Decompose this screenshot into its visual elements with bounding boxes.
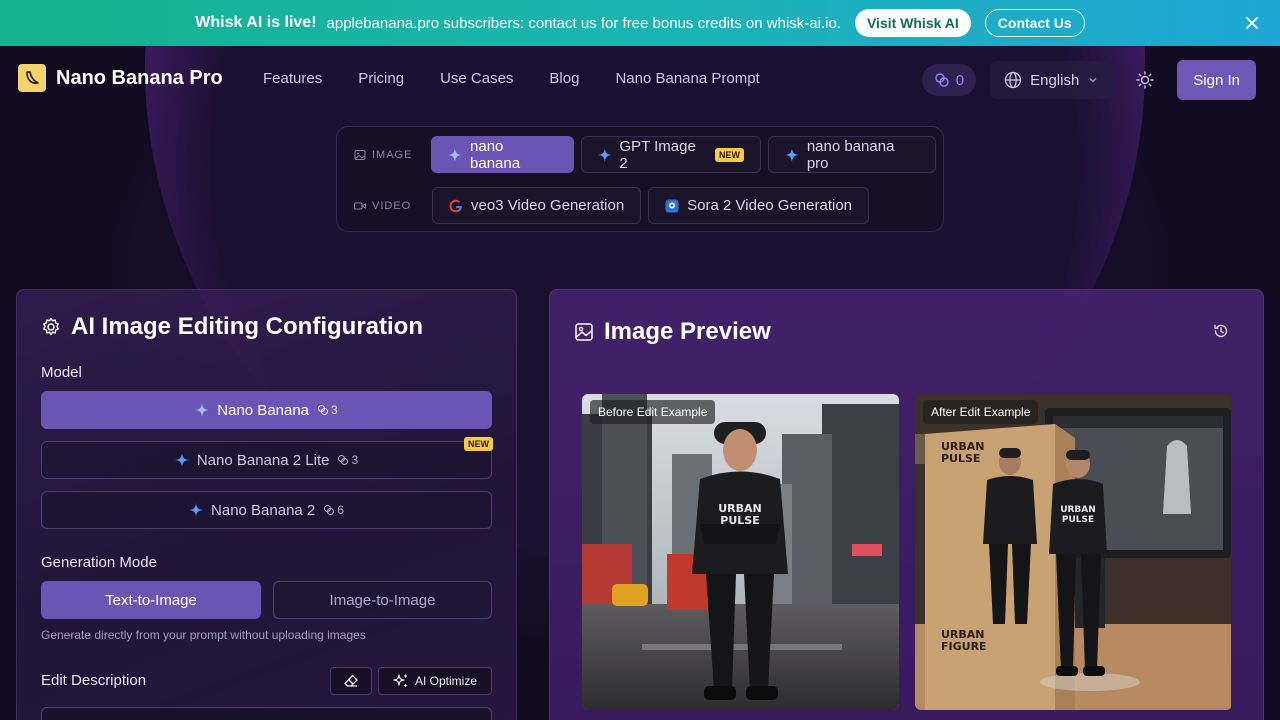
new-badge: NEW xyxy=(464,437,493,451)
banner-title: Whisk AI is live! xyxy=(195,14,317,31)
google-icon xyxy=(449,199,462,212)
nav-link-prompt[interactable]: Nano Banana Prompt xyxy=(615,70,759,87)
model-switcher: IMAGE nano banana GPT Image 2 NEW nano b… xyxy=(336,126,944,232)
announcement-banner: Whisk AI is live! applebanana.pro subscr… xyxy=(0,0,1280,46)
street-photo-illustration: URBAN PULSE xyxy=(582,394,899,710)
sparkle-icon xyxy=(189,503,204,517)
brand-name: Nano Banana Pro xyxy=(56,66,223,89)
new-badge: NEW xyxy=(714,147,744,162)
visit-whisk-button[interactable]: Visit Whisk AI xyxy=(854,9,971,37)
mode-hint: Generate directly from your prompt witho… xyxy=(41,628,366,642)
coins-icon xyxy=(935,73,949,87)
after-edit-label: After Edit Example xyxy=(923,400,1039,424)
svg-text:FIGURE: FIGURE xyxy=(941,640,987,653)
chevron-down-icon xyxy=(1089,78,1097,83)
chip-nano-banana-pro[interactable]: nano banana pro xyxy=(767,136,936,173)
video-models-row: VIDEO veo3 Video Generation Sora 2 Video… xyxy=(337,187,876,224)
nav-link-features[interactable]: Features xyxy=(263,70,322,87)
nav-link-pricing[interactable]: Pricing xyxy=(358,70,404,87)
preview-title: Image Preview xyxy=(574,318,771,346)
model-label: Model xyxy=(41,364,82,381)
model-option-nano-banana-2-lite[interactable]: Nano Banana 2 Lite 3 NEW xyxy=(41,437,493,479)
sparkle-icon xyxy=(448,147,463,162)
figure-box-illustration: URBAN PULSE URBAN FIGURE URBAN PULSE xyxy=(915,394,1231,710)
brand-logo[interactable]: Nano Banana Pro xyxy=(18,64,223,92)
before-edit-label: Before Edit Example xyxy=(590,400,716,424)
banner-message: applebanana.pro subscribers: contact us … xyxy=(326,14,841,32)
chip-nano-banana[interactable]: nano banana xyxy=(431,136,574,173)
after-edit-image: After Edit Example URBAN PULSE URBAN FIG… xyxy=(915,394,1232,710)
eraser-icon xyxy=(344,674,358,687)
sign-in-button[interactable]: Sign In xyxy=(1177,60,1256,100)
chip-gpt-image-2[interactable]: GPT Image 2 NEW xyxy=(580,136,761,173)
banana-logo-icon xyxy=(18,64,46,92)
image-category-label: IMAGE xyxy=(337,149,431,161)
sparkle-icon xyxy=(784,147,799,162)
sun-icon xyxy=(1136,71,1154,89)
sparkle-icon xyxy=(597,147,612,162)
top-navigation: Nano Banana Pro Features Pricing Use Cas… xyxy=(0,46,1280,110)
model-cost: 3 xyxy=(317,403,338,417)
edit-description-label: Edit Description xyxy=(41,672,147,689)
model-option-nano-banana-2[interactable]: Nano Banana 2 6 xyxy=(41,491,492,529)
nav-actions: 0 English Sign In xyxy=(921,60,1256,100)
history-icon[interactable] xyxy=(1213,323,1229,339)
coins-icon xyxy=(338,454,349,466)
video-category-label: VIDEO xyxy=(337,200,432,212)
video-camera-icon xyxy=(354,202,366,209)
chip-sora-2-video[interactable]: Sora 2 Video Generation xyxy=(648,187,870,224)
model-cost: 6 xyxy=(323,503,344,517)
model-option-nano-banana[interactable]: Nano Banana 3 xyxy=(41,391,492,429)
before-edit-image: Before Edit Example URBAN PULSE xyxy=(582,394,899,710)
coins-icon xyxy=(324,504,335,516)
contact-us-button[interactable]: Contact Us xyxy=(984,9,1085,37)
theme-toggle[interactable] xyxy=(1127,62,1163,98)
image-to-image-button[interactable]: Image-to-Image xyxy=(273,581,492,619)
image-models-row: IMAGE nano banana GPT Image 2 NEW nano b… xyxy=(337,136,943,173)
language-select[interactable]: English xyxy=(990,61,1114,99)
language-value: English xyxy=(1030,71,1080,89)
nav-link-use-cases[interactable]: Use Cases xyxy=(440,70,513,87)
svg-text:PULSE: PULSE xyxy=(941,452,980,465)
config-title: AI Image Editing Configuration xyxy=(41,313,423,341)
magic-sparkles-icon xyxy=(393,674,407,687)
nav-links: Features Pricing Use Cases Blog Nano Ban… xyxy=(263,70,760,87)
gear-icon xyxy=(43,317,59,336)
svg-text:PULSE: PULSE xyxy=(1062,515,1094,525)
image-icon xyxy=(354,149,366,160)
coins-icon xyxy=(318,404,329,416)
ai-optimize-button[interactable]: AI Optimize xyxy=(378,667,492,695)
close-icon[interactable] xyxy=(1242,13,1262,33)
model-cost: 3 xyxy=(337,453,358,467)
sparkle-icon xyxy=(174,453,189,467)
preview-panel: Image Preview Before Edit Example URBAN … xyxy=(549,289,1264,720)
sora-icon xyxy=(665,199,679,212)
chip-veo3-video[interactable]: veo3 Video Generation xyxy=(432,187,642,224)
credits-count: 0 xyxy=(955,71,965,89)
sparkle-icon xyxy=(195,403,210,417)
text-to-image-button[interactable]: Text-to-Image xyxy=(41,581,261,619)
edit-description-input[interactable] xyxy=(41,707,492,720)
nav-link-blog[interactable]: Blog xyxy=(549,70,579,87)
clear-button[interactable] xyxy=(330,667,372,695)
svg-text:URBAN: URBAN xyxy=(1060,505,1096,515)
image-icon xyxy=(575,323,593,341)
svg-text:PULSE: PULSE xyxy=(720,514,759,527)
credits-badge[interactable]: 0 xyxy=(921,64,977,96)
generation-mode-label: Generation Mode xyxy=(41,554,157,571)
config-panel: AI Image Editing Configuration Model Nan… xyxy=(16,289,517,720)
globe-icon xyxy=(1004,71,1022,89)
